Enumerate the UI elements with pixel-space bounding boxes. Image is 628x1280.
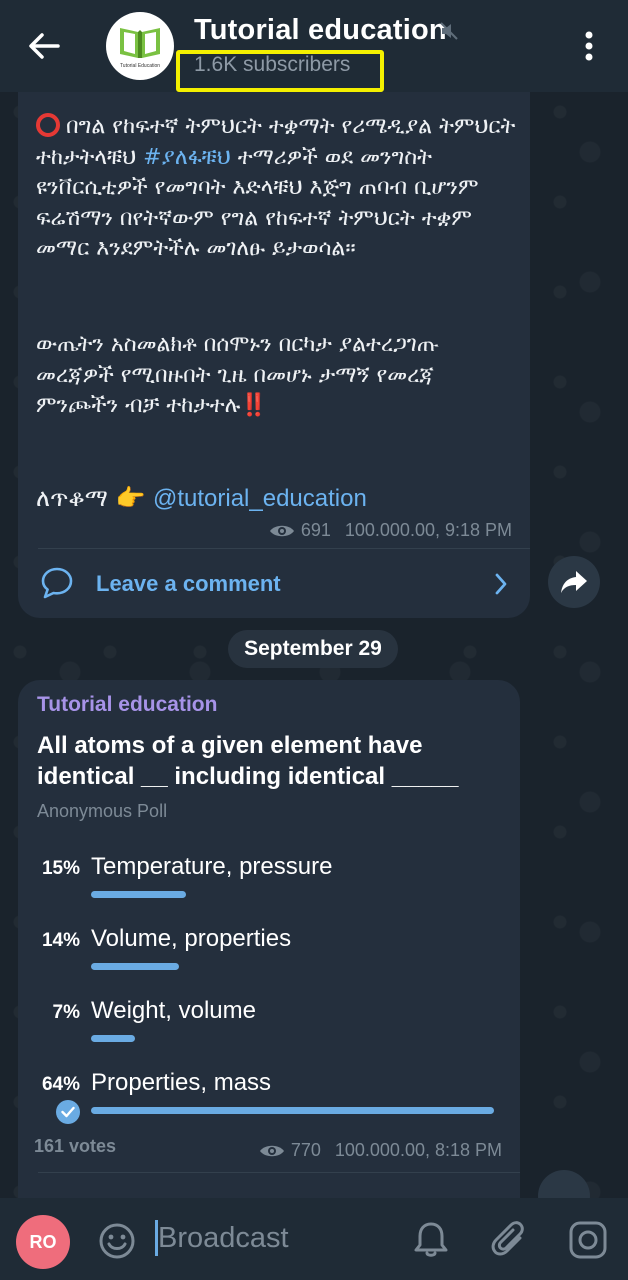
red-circle-icon <box>36 113 60 137</box>
poll-option-label: Properties, mass <box>91 1069 272 1096</box>
arrow-left-icon <box>29 33 60 59</box>
post-paragraph-2: ውጤትን አስመልክቶ በሰሞኑን በርካታ ያልተረጋገጡ መረጃዎች የሚበ… <box>36 330 516 422</box>
post-paragraph-1: በግል የከፍተኛ ትምህርት ተቋማት የሪሜዲያል ትምህርት ተከታትላቹ… <box>36 112 516 265</box>
poll-type: Anonymous Poll <box>37 801 168 821</box>
signature-text: ለጥቆማ 👉 <box>36 484 153 512</box>
broadcast-input[interactable] <box>158 1218 388 1258</box>
view-count: 770 <box>290 1140 321 1160</box>
poll-meta: 770 100.000.00, 8:18 PM <box>259 1140 502 1161</box>
composer-bar: RO <box>0 1198 628 1280</box>
poll-option-bar <box>91 1035 135 1042</box>
poll-option-bar <box>91 963 179 970</box>
poll-option-bar <box>91 1107 494 1114</box>
poll-author[interactable]: Tutorial education <box>37 693 217 717</box>
view-count: 691 <box>300 520 331 540</box>
comment-label: Leave a comment <box>96 571 281 596</box>
poll-option-label: Weight, volume <box>91 997 256 1024</box>
paperclip-icon[interactable] <box>490 1220 530 1260</box>
poll-option[interactable]: 14% Volume, properties <box>28 925 508 987</box>
eye-icon <box>259 1145 284 1156</box>
chat-header: Tutorial Education Tutorial education 1.… <box>0 0 628 92</box>
channel-handle-link[interactable]: @tutorial_education <box>153 485 367 512</box>
share-arrow-icon <box>561 571 587 593</box>
poll-option-percent: 14% <box>41 930 80 951</box>
post-signature: ለጥቆማ 👉 @tutorial_education <box>36 484 367 513</box>
back-button[interactable] <box>26 30 62 62</box>
camera-icon[interactable] <box>568 1220 608 1260</box>
muted-speaker-icon <box>440 22 458 40</box>
book-logo-icon <box>120 28 160 58</box>
leave-comment-button[interactable]: Leave a comment <box>40 566 516 602</box>
poll-option-label: Volume, properties <box>91 925 292 952</box>
poll-option-label: Temperature, pressure <box>91 853 333 880</box>
poll-option-bar <box>91 891 186 898</box>
date-separator: September 29 <box>228 630 398 668</box>
poll-time: 100.000.00, 8:18 PM <box>334 1140 502 1160</box>
divider <box>38 1172 520 1173</box>
vote-count: 161 votes <box>34 1136 117 1156</box>
selected-check-icon <box>56 1100 80 1124</box>
hashtag-link[interactable]: #ያለፋቹህ <box>143 145 231 170</box>
share-button[interactable] <box>548 556 600 608</box>
channel-title[interactable]: Tutorial education <box>194 14 447 47</box>
highlight-annotation <box>176 50 384 92</box>
channel-avatar[interactable]: Tutorial Education <box>106 12 174 80</box>
post-meta: 691 100.000.00, 9:18 PM <box>269 520 512 541</box>
more-menu-button[interactable] <box>578 28 600 64</box>
comment-icon <box>41 567 73 599</box>
emoji-icon[interactable] <box>98 1222 136 1260</box>
double-exclamation-icon: ‼️ <box>240 393 268 418</box>
divider <box>38 548 530 549</box>
poll-option-percent: 64% <box>41 1074 80 1095</box>
post-time: 100.000.00, 9:18 PM <box>344 520 512 540</box>
poll-option[interactable]: 15% Temperature, pressure <box>28 853 508 915</box>
chevron-right-icon <box>495 573 507 595</box>
poll-option-percent: 15% <box>41 858 80 879</box>
poll-option[interactable]: 7% Weight, volume <box>28 997 508 1059</box>
eye-icon <box>269 525 294 536</box>
poll-option[interactable]: 64% Properties, mass <box>28 1069 508 1131</box>
bell-icon[interactable] <box>412 1220 450 1260</box>
poll-question: All atoms of a given element have identi… <box>37 732 459 790</box>
poll-option-percent: 7% <box>52 1002 80 1023</box>
more-vertical-icon <box>585 31 593 61</box>
user-avatar[interactable]: RO <box>16 1215 70 1269</box>
avatar-caption: Tutorial Education <box>119 63 161 69</box>
